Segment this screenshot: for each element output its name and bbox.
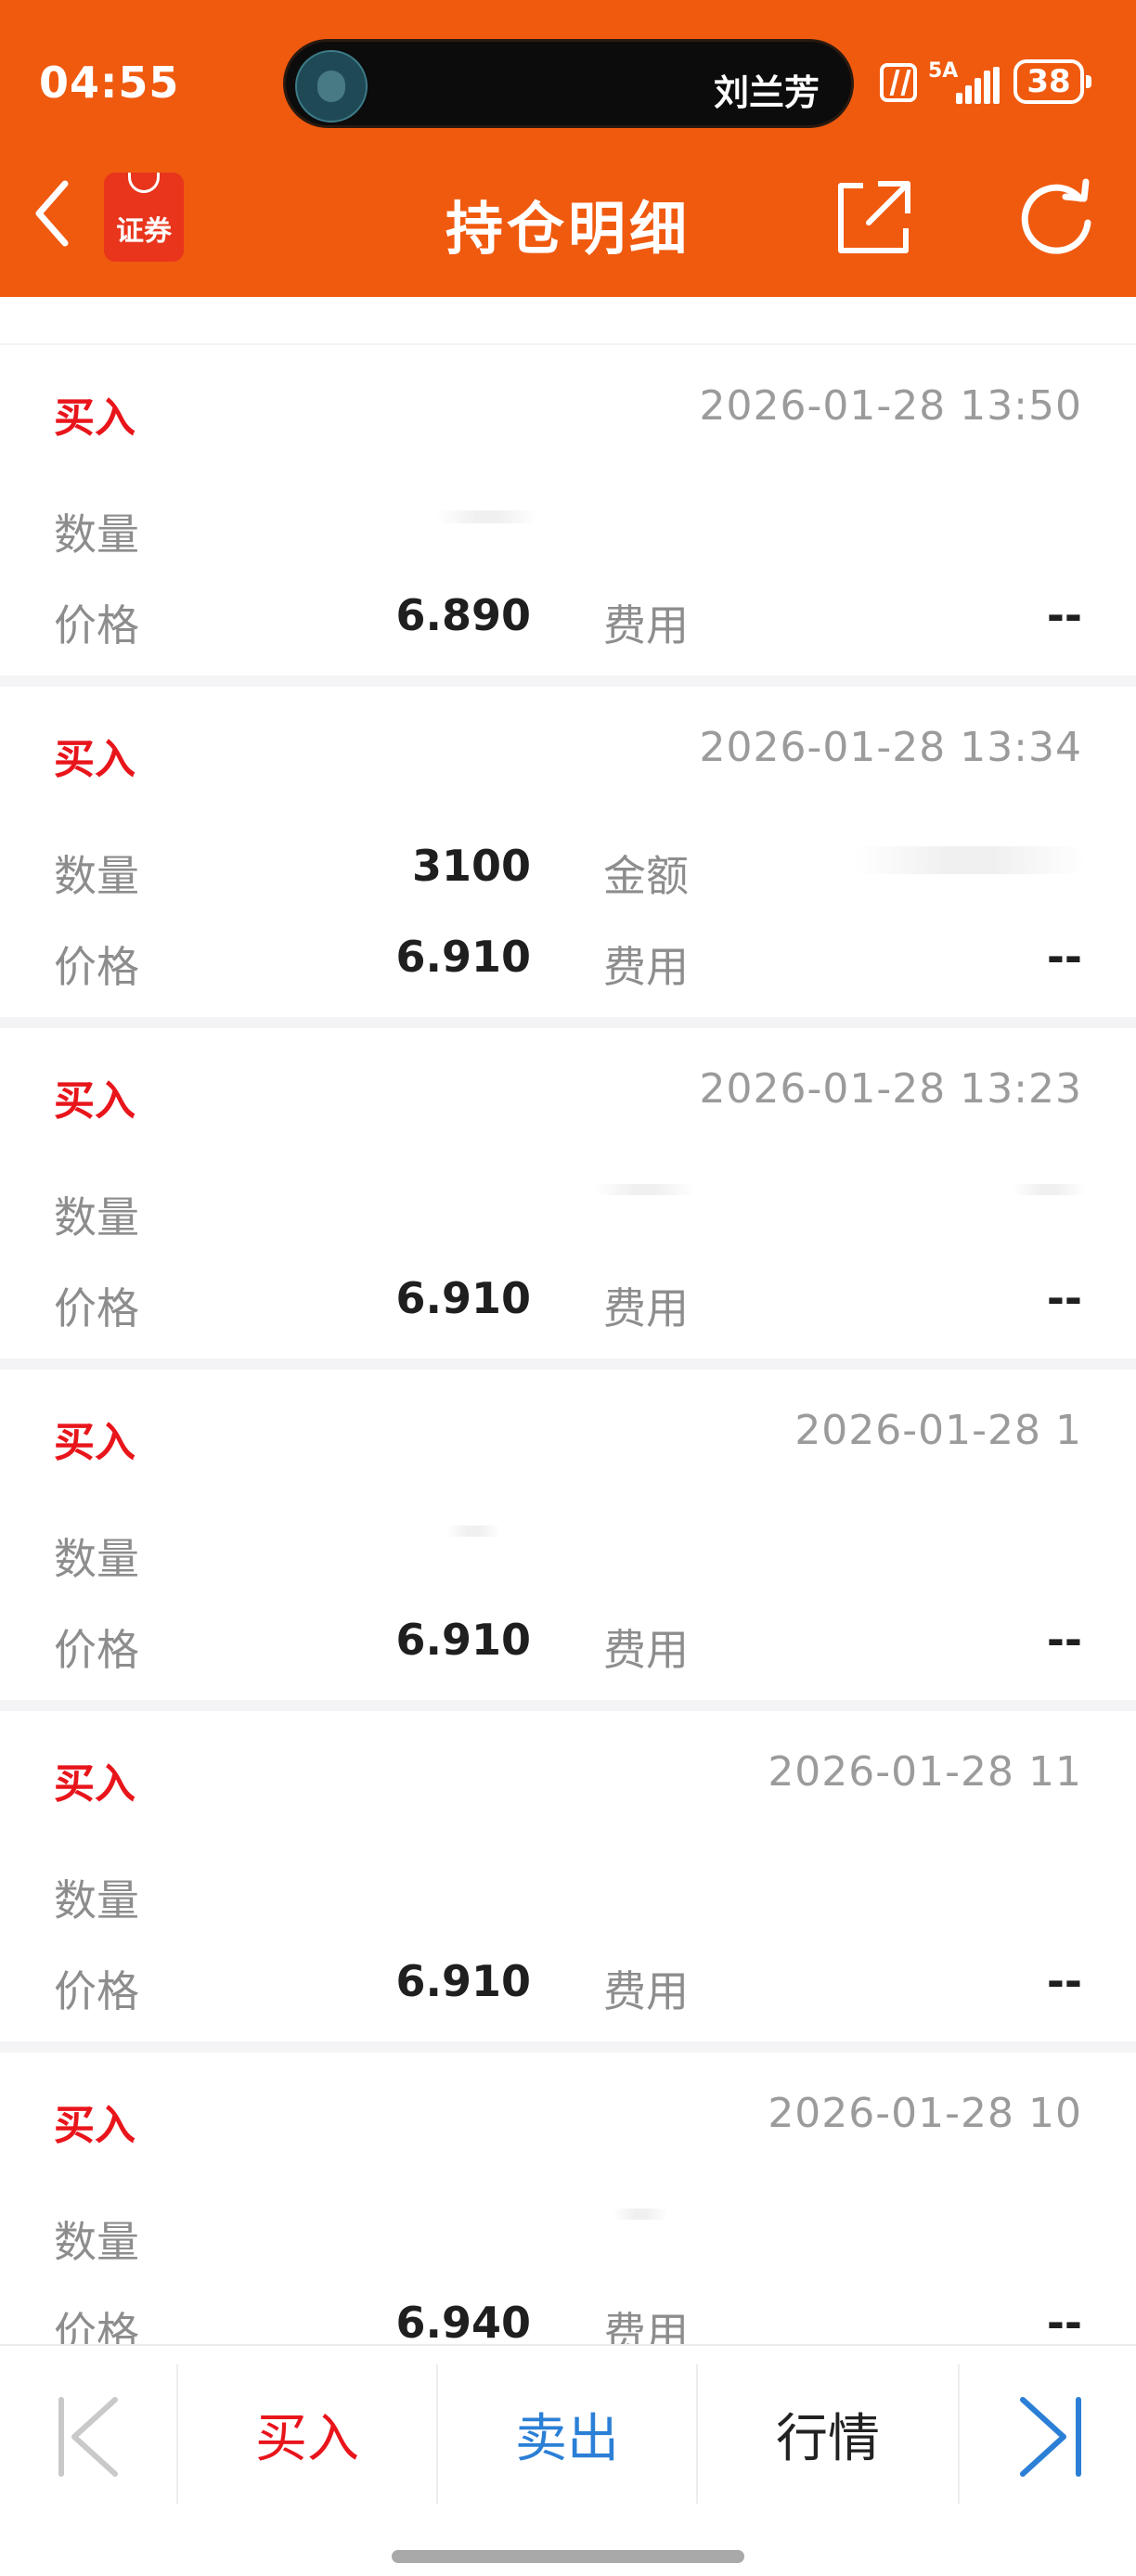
trade-type: 买入 [54,736,136,783]
price-value: 6.910 [395,1615,531,1665]
price-label: 价格 [54,600,139,650]
trade-time: 2026-01-28 13:23 [699,1065,1082,1113]
fee-value: -- [1046,1956,1082,2006]
refresh-icon[interactable] [1013,178,1099,260]
list-item-partial [0,297,1136,343]
quantity-label: 数量 [54,509,139,560]
list-item[interactable]: 买入 2026-01-28 13:23 数量 价格 6.910 费用 -- [0,1028,1136,1359]
list-item[interactable]: 买入 2026-01-28 13:50 数量 价格 6.890 费用 -- [0,345,1136,676]
fee-value: -- [1046,2298,1082,2344]
price-label: 价格 [54,1625,139,1675]
price-value: 6.910 [395,1273,531,1323]
redacted-region [445,1526,501,1537]
price-label: 价格 [54,1283,139,1333]
trade-type: 买入 [54,394,136,442]
trade-type: 买入 [54,1760,136,1808]
price-label: 价格 [54,942,139,992]
island-thumbnail [295,50,368,122]
redacted-region [436,510,538,523]
buy-label: 买入 [255,2408,359,2469]
fee-value: -- [1046,1615,1082,1665]
fee-label: 费用 [603,1625,689,1675]
quote-label: 行情 [776,2408,880,2469]
fee-value: -- [1046,932,1082,982]
network-label: 5A [928,59,959,83]
fee-label: 费用 [603,2308,689,2344]
quantity-label: 数量 [54,1192,139,1243]
quantity-value: 3100 [411,841,531,891]
status-time: 04:55 [39,58,180,108]
battery-icon: 38 [1013,59,1091,104]
trade-time: 2026-01-28 13:50 [699,382,1082,430]
bottom-action-bar: 买入 卖出 行情 [0,2344,1136,2576]
amount-label: 金额 [603,851,689,901]
price-value: 6.890 [395,590,531,640]
first-page-icon[interactable] [54,2392,128,2481]
redacted-region [594,1184,696,1195]
divider [958,2364,960,2504]
trade-type: 买入 [54,1419,136,1466]
trade-time: 2026-01-28 10 [768,2090,1082,2137]
quantity-label: 数量 [54,1875,139,1926]
sell-button[interactable]: 卖出 [438,2346,696,2522]
price-label: 价格 [54,1966,139,2016]
buy-button[interactable]: 买入 [178,2346,436,2522]
quantity-label: 数量 [54,1534,139,1584]
dynamic-island[interactable]: 刘兰芳 [283,39,854,128]
app-header: 04:55 刘兰芳 5A 38 证券 持仓明细 [0,0,1136,297]
trade-type: 买入 [54,1077,136,1125]
page-title: 持仓明细 [445,195,691,263]
price-value: 6.910 [395,932,531,982]
price-value: 6.940 [395,2298,531,2344]
price-value: 6.910 [395,1956,531,2006]
battery-level: 38 [1026,63,1071,100]
price-label: 价格 [54,2308,139,2344]
nfc-icon [880,63,917,102]
share-icon[interactable] [835,178,913,256]
trade-type: 买入 [54,2102,136,2149]
fee-value: -- [1046,590,1082,640]
redacted-region [1012,1184,1086,1195]
signal-icon [956,67,1000,104]
quote-button[interactable]: 行情 [698,2346,958,2522]
trade-time: 2026-01-28 1 [794,1407,1082,1454]
list-item[interactable]: 买入 2026-01-28 13:34 数量 3100 金额 价格 6.910 … [0,687,1136,1017]
sell-label: 卖出 [515,2408,619,2469]
redacted-region [613,2209,668,2220]
list-item[interactable]: 买入 2026-01-28 10 数量 价格 6.940 费用 -- [0,2053,1136,2344]
quantity-label: 数量 [54,851,139,901]
list-item[interactable]: 买入 2026-01-28 11 数量 价格 6.910 费用 -- [0,1711,1136,2041]
fee-label: 费用 [603,1966,689,2016]
fee-label: 费用 [603,942,689,992]
list-item[interactable]: 买入 2026-01-28 1 数量 价格 6.910 费用 -- [0,1370,1136,1700]
holdings-list[interactable]: 买入 2026-01-28 13:50 数量 价格 6.890 费用 -- 买入… [0,297,1136,2344]
home-indicator[interactable] [392,2550,744,2563]
island-text: 刘兰芳 [713,72,820,113]
quantity-label: 数量 [54,2217,139,2267]
redacted-region [854,846,1086,874]
fee-label: 费用 [603,1283,689,1333]
fee-value: -- [1046,1273,1082,1323]
fee-label: 费用 [603,600,689,650]
trade-time: 2026-01-28 13:34 [699,724,1082,771]
last-page-icon[interactable] [1012,2392,1086,2481]
trade-time: 2026-01-28 11 [768,1748,1082,1796]
